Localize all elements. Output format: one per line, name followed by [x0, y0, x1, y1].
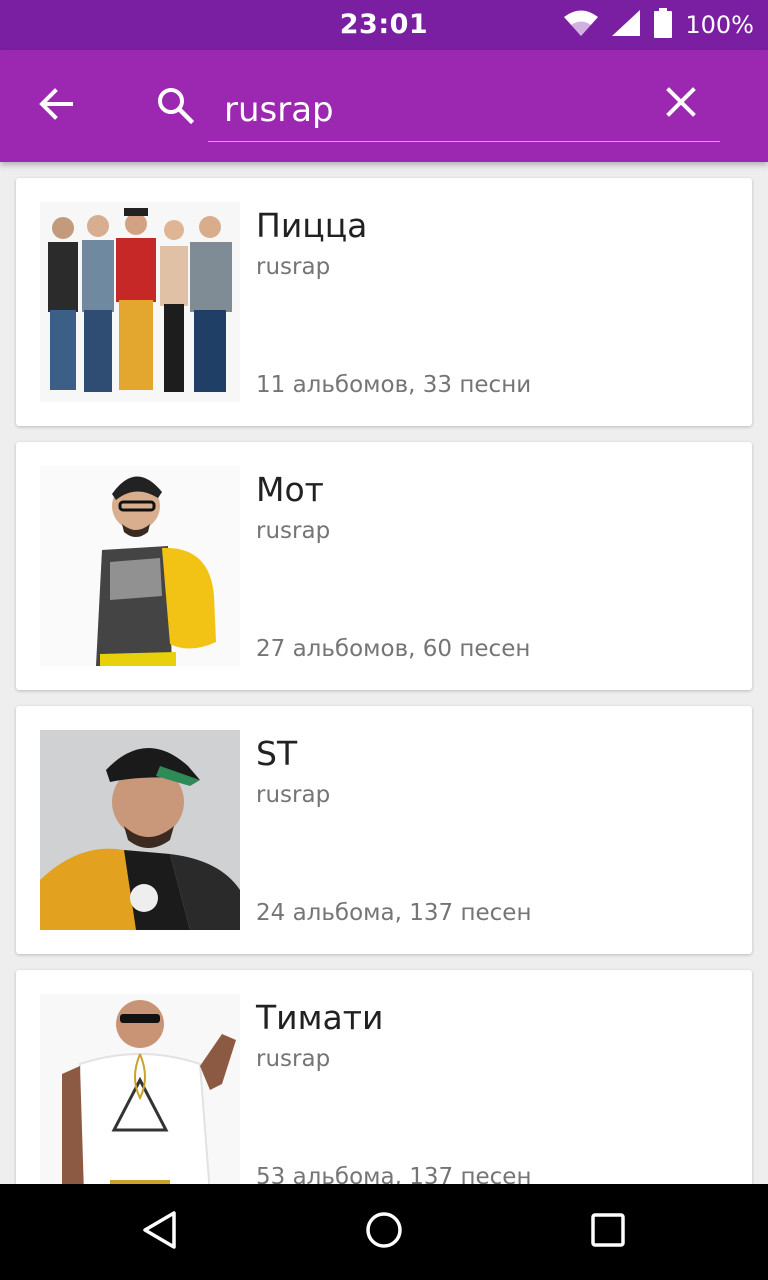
artist-genre: rusrap — [256, 254, 331, 280]
artist-counts: 11 альбомов, 33 песни — [256, 372, 532, 398]
home-circle-icon — [364, 1210, 404, 1254]
wifi-icon — [563, 9, 599, 41]
artist-card[interactable]: Тимати rusrap 53 альбома, 137 песен — [16, 970, 752, 1184]
back-triangle-icon — [140, 1210, 180, 1254]
artist-counts: 27 альбомов, 60 песен — [256, 636, 531, 662]
status-icons: 100% — [563, 8, 754, 42]
battery-percent: 100% — [685, 11, 754, 39]
artist-photo — [40, 730, 240, 930]
artist-genre: rusrap — [256, 518, 331, 544]
system-nav-bar — [0, 1184, 768, 1280]
nav-recents-button[interactable] — [580, 1204, 636, 1260]
search-icon-wrap — [150, 82, 200, 132]
search-toolbar — [0, 50, 768, 162]
artist-card[interactable]: Пицца rusrap 11 альбомов, 33 песни — [16, 178, 752, 426]
artist-counts: 24 альбома, 137 песен — [256, 900, 532, 926]
recents-square-icon — [588, 1210, 628, 1254]
artist-name: Тимати — [256, 998, 384, 1037]
artist-photo — [40, 202, 240, 402]
artist-name: Пицца — [256, 206, 368, 245]
back-arrow-icon — [38, 86, 74, 126]
close-icon — [666, 87, 696, 121]
search-icon — [156, 86, 195, 128]
results-list[interactable]: Пицца rusrap 11 альбомов, 33 песни Мот r… — [0, 162, 768, 1184]
artist-photo — [40, 994, 240, 1184]
status-bar: 23:01 100% — [0, 0, 768, 50]
artist-name: Мот — [256, 470, 324, 509]
nav-home-button[interactable] — [356, 1204, 412, 1260]
clear-search-button[interactable] — [655, 78, 707, 130]
artist-genre: rusrap — [256, 1046, 331, 1072]
artist-card[interactable]: ST rusrap 24 альбома, 137 песен — [16, 706, 752, 954]
back-button[interactable] — [30, 80, 82, 132]
signal-icon — [611, 9, 641, 41]
artist-counts: 53 альбома, 137 песен — [256, 1164, 532, 1184]
search-underline — [208, 141, 720, 142]
artist-card[interactable]: Мот rusrap 27 альбомов, 60 песен — [16, 442, 752, 690]
nav-back-button[interactable] — [132, 1204, 188, 1260]
artist-name: ST — [256, 734, 298, 773]
artist-genre: rusrap — [256, 782, 331, 808]
battery-icon — [653, 8, 673, 42]
search-input[interactable] — [208, 80, 680, 140]
artist-photo — [40, 466, 240, 666]
